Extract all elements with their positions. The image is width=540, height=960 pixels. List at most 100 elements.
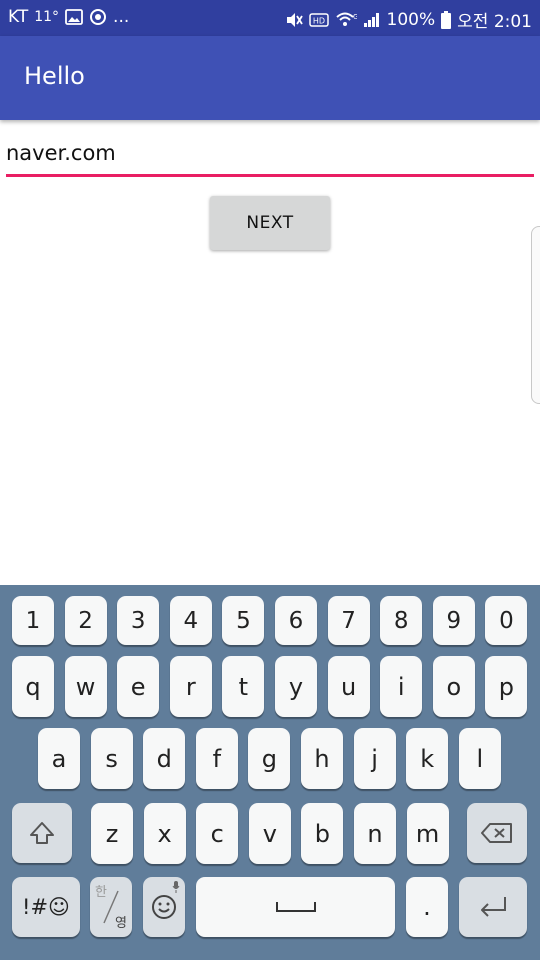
key-i[interactable]: i xyxy=(380,656,423,717)
temperature-label: 11° xyxy=(34,9,60,25)
url-input[interactable] xyxy=(6,138,534,168)
key-p[interactable]: p xyxy=(485,656,528,717)
key-h[interactable]: h xyxy=(301,728,343,789)
symbols-key[interactable]: !#☺ xyxy=(12,877,80,937)
key-f[interactable]: f xyxy=(195,728,238,789)
key-0[interactable]: 0 xyxy=(485,596,528,645)
key-6[interactable]: 6 xyxy=(275,596,317,645)
key-q[interactable]: q xyxy=(12,656,54,717)
space-icon xyxy=(275,902,316,912)
key-a[interactable]: a xyxy=(38,728,80,789)
key-4[interactable]: 4 xyxy=(169,596,212,645)
key-label: 5 xyxy=(236,607,251,634)
key-m[interactable]: m xyxy=(406,803,449,864)
smiley-icon xyxy=(152,895,176,919)
language-switch-key[interactable]: 한 영 xyxy=(90,877,132,937)
slash-divider-icon xyxy=(103,890,119,924)
symbols-label: !#☺ xyxy=(22,895,70,919)
key-label: e xyxy=(130,672,146,701)
key-k[interactable]: k xyxy=(406,728,449,789)
key-3[interactable]: 3 xyxy=(117,596,160,645)
carrier-label: KT xyxy=(8,7,29,27)
key-label: o xyxy=(446,672,462,701)
period-label: . xyxy=(423,893,431,921)
key-label: i xyxy=(397,672,405,701)
key-label: v xyxy=(262,819,277,848)
key-label: 8 xyxy=(393,607,409,634)
key-2[interactable]: 2 xyxy=(64,596,107,645)
emoji-key[interactable] xyxy=(143,877,185,937)
key-label: g xyxy=(261,744,277,773)
backspace-key[interactable] xyxy=(467,803,527,863)
key-label: d xyxy=(156,744,172,773)
shift-key[interactable] xyxy=(12,803,72,863)
signal-icon xyxy=(363,12,381,28)
key-w[interactable]: w xyxy=(64,656,107,717)
clock: 오전 2:01 xyxy=(457,12,532,32)
enter-icon xyxy=(481,897,506,917)
url-field[interactable] xyxy=(6,138,534,177)
key-c[interactable]: c xyxy=(196,803,239,864)
key-label: y xyxy=(288,672,304,701)
key-g[interactable]: g xyxy=(248,728,291,789)
key-j[interactable]: j xyxy=(353,728,396,789)
mute-icon xyxy=(285,11,303,29)
key-y[interactable]: y xyxy=(275,656,317,717)
key-label: 4 xyxy=(183,607,199,634)
key-t[interactable]: t xyxy=(222,656,265,717)
sync-icon xyxy=(89,8,107,26)
key-n[interactable]: n xyxy=(354,803,396,864)
key-label: 6 xyxy=(288,607,304,634)
key-label: n xyxy=(367,819,383,848)
key-label: l xyxy=(476,744,484,773)
key-u[interactable]: u xyxy=(327,656,370,717)
key-o[interactable]: o xyxy=(432,656,475,717)
key-label: x xyxy=(157,819,172,848)
mic-icon xyxy=(172,881,180,893)
key-v[interactable]: v xyxy=(248,803,291,864)
key-s[interactable]: s xyxy=(90,728,133,789)
shift-icon xyxy=(30,822,54,844)
key-label: m xyxy=(415,819,440,848)
status-bar: KT 11° ... HD G 100% 오전 2:01 xyxy=(0,0,540,36)
key-d[interactable]: d xyxy=(143,728,186,789)
next-button[interactable]: NEXT xyxy=(210,196,330,250)
more-notifications: ... xyxy=(113,7,130,27)
key-label: 0 xyxy=(499,607,514,634)
battery-icon xyxy=(441,10,452,29)
key-5[interactable]: 5 xyxy=(222,596,265,645)
key-label: c xyxy=(210,819,224,848)
app-toolbar: Hello xyxy=(0,36,540,120)
key-label: s xyxy=(105,744,118,773)
key-9[interactable]: 9 xyxy=(432,596,475,645)
key-label: a xyxy=(51,744,67,773)
key-label: 9 xyxy=(446,607,462,634)
key-l[interactable]: l xyxy=(458,728,501,789)
key-e[interactable]: e xyxy=(117,656,160,717)
key-label: 3 xyxy=(130,607,146,634)
space-key[interactable] xyxy=(196,877,395,937)
key-z[interactable]: z xyxy=(91,803,133,864)
key-r[interactable]: r xyxy=(169,656,212,717)
key-b[interactable]: b xyxy=(301,803,344,864)
backspace-icon xyxy=(481,823,512,843)
key-label: q xyxy=(25,672,41,701)
enter-key[interactable] xyxy=(459,877,527,937)
wifi-icon: G xyxy=(335,11,357,29)
key-label: 7 xyxy=(341,607,356,634)
edge-panel-handle[interactable] xyxy=(531,226,540,404)
battery-percent: 100% xyxy=(386,9,436,30)
toolbar-title: Hello xyxy=(24,62,85,90)
key-7[interactable]: 7 xyxy=(327,596,370,645)
key-8[interactable]: 8 xyxy=(380,596,423,645)
key-label: f xyxy=(212,744,222,773)
svg-text:G: G xyxy=(353,13,357,21)
period-key[interactable]: . xyxy=(406,877,448,937)
key-x[interactable]: x xyxy=(143,803,186,864)
gallery-icon xyxy=(65,9,83,25)
key-label: p xyxy=(498,672,514,701)
key-1[interactable]: 1 xyxy=(12,596,54,645)
key-label: w xyxy=(75,672,96,701)
key-label: k xyxy=(420,744,435,773)
key-label: t xyxy=(238,672,249,701)
